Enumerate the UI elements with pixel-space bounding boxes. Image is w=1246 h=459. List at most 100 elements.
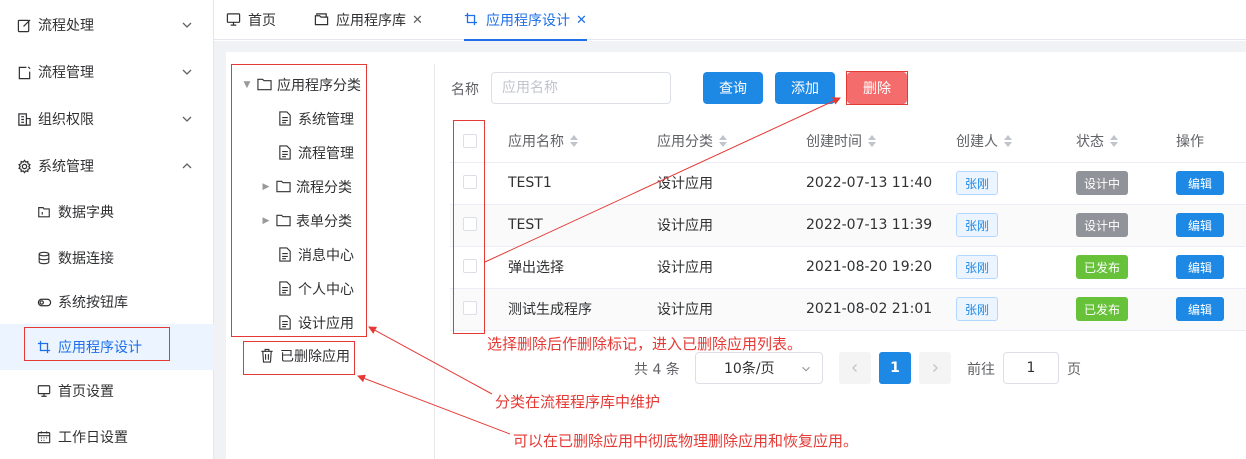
cell-app-name: TEST1 xyxy=(508,175,552,191)
sort-icon[interactable] xyxy=(570,135,578,147)
tree-node-label: 系统管理 xyxy=(298,112,354,128)
tab-app-design[interactable]: 应用程序设计 ✕ xyxy=(464,0,587,41)
row-checkbox[interactable] xyxy=(463,301,477,315)
sidebar-item-org-permissions[interactable]: 组织权限 xyxy=(0,96,214,142)
sidebar-subitem-data-dictionary[interactable]: 数据字典 xyxy=(0,189,214,235)
tab-label: 应用程序设计 xyxy=(486,13,570,29)
document-icon xyxy=(278,145,294,161)
column-header-label: 状态 xyxy=(1076,134,1104,150)
caret-down-icon[interactable]: ▼ xyxy=(241,79,253,91)
tab-home[interactable]: 首页 xyxy=(226,0,276,40)
creator-tag: 张刚 xyxy=(956,297,999,321)
tree-node-deleted-apps[interactable]: 已删除应用 xyxy=(260,344,350,368)
sidebar-item-label: 数据连接 xyxy=(58,251,114,267)
crop-icon xyxy=(36,339,52,355)
column-header-label: 创建时间 xyxy=(806,134,862,150)
close-icon[interactable]: ✕ xyxy=(412,13,423,28)
tree-node-label: 表单分类 xyxy=(296,214,352,230)
column-header-label: 应用分类 xyxy=(657,134,713,150)
name-label: 名称 xyxy=(451,82,479,98)
page-size-value: 10条/页 xyxy=(724,361,775,377)
select-all-checkbox[interactable] xyxy=(463,134,477,148)
creator-tag: 张刚 xyxy=(956,255,999,279)
page-number-button[interactable]: 1 xyxy=(879,352,911,384)
status-badge: 设计中 xyxy=(1076,213,1129,237)
sort-icon[interactable] xyxy=(719,135,727,147)
column-header-creator[interactable]: 创建人 xyxy=(956,120,1012,162)
tree-node-message-center[interactable]: 消息中心 xyxy=(278,243,354,267)
delete-button[interactable]: 删除 xyxy=(847,72,907,104)
row-checkbox[interactable] xyxy=(463,259,477,273)
edit-icon xyxy=(16,17,32,33)
document-icon xyxy=(278,111,294,127)
sort-icon[interactable] xyxy=(1004,135,1012,147)
monitor-icon xyxy=(226,12,242,28)
document-icon xyxy=(278,247,294,263)
tree-node-form-category[interactable]: ▶ 表单分类 xyxy=(260,209,352,233)
creator-tag: 张刚 xyxy=(956,213,999,237)
sidebar-item-label: 系统按钮库 xyxy=(58,295,128,311)
database-icon xyxy=(36,250,52,266)
goto-label: 前往 xyxy=(967,362,995,378)
tree-node-process-management[interactable]: 流程管理 xyxy=(278,141,354,165)
cell-created-time: 2021-08-20 19:20 xyxy=(806,259,933,275)
folder-icon xyxy=(276,179,292,195)
sidebar-subitem-data-connection[interactable]: 数据连接 xyxy=(0,235,214,281)
next-page-button[interactable] xyxy=(919,352,951,384)
caret-right-icon[interactable]: ▶ xyxy=(260,215,272,227)
column-header-created-time[interactable]: 创建时间 xyxy=(806,120,876,162)
document-icon xyxy=(278,315,294,331)
tree-root[interactable]: ▼ 应用程序分类 xyxy=(241,73,361,97)
cell-created-time: 2022-07-13 11:40 xyxy=(806,175,933,191)
sort-icon[interactable] xyxy=(868,135,876,147)
sidebar-subitem-system-button-library[interactable]: 系统按钮库 xyxy=(0,279,214,325)
column-header-status[interactable]: 状态 xyxy=(1076,120,1118,162)
document-icon xyxy=(278,281,294,297)
table-bottom-border xyxy=(450,330,1246,331)
tree-node-process-category[interactable]: ▶ 流程分类 xyxy=(260,175,352,199)
sidebar-item-label: 应用程序设计 xyxy=(58,340,142,356)
app-name-search-input[interactable] xyxy=(491,72,671,104)
sidebar-item-process-management[interactable]: 流程管理 xyxy=(0,49,214,95)
annotation-note-delete: 选择删除后作删除标记，进入已删除应用列表。 xyxy=(487,335,803,353)
tree-node-personal-center[interactable]: 个人中心 xyxy=(278,277,354,301)
tab-app-library[interactable]: 应用程序库 ✕ xyxy=(314,0,423,40)
page-suffix: 页 xyxy=(1067,362,1081,378)
sidebar-item-system-management[interactable]: 系统管理 xyxy=(0,143,214,189)
column-header-app-name[interactable]: 应用名称 xyxy=(508,120,578,162)
tree-node-design-app[interactable]: 设计应用 xyxy=(278,311,354,335)
folder-icon xyxy=(314,12,330,28)
sidebar-subitem-homepage-settings[interactable]: 首页设置 xyxy=(0,368,214,414)
trash-icon xyxy=(260,348,276,364)
row-checkbox[interactable] xyxy=(463,217,477,231)
edit-button[interactable]: 编辑 xyxy=(1176,255,1224,279)
sort-icon[interactable] xyxy=(1110,135,1118,147)
sidebar-item-process-handling[interactable]: 流程处理 xyxy=(0,2,214,48)
sidebar-subitem-workday-settings[interactable]: 工作日设置 xyxy=(0,414,214,459)
sidebar-item-label: 首页设置 xyxy=(58,384,114,400)
add-button[interactable]: 添加 xyxy=(775,72,835,104)
tree-node-system-management[interactable]: 系统管理 xyxy=(278,107,354,131)
pagination-total: 共 4 条 xyxy=(634,362,680,378)
annotation-note-category: 分类在流程程序库中维护 xyxy=(495,393,661,411)
close-icon[interactable]: ✕ xyxy=(576,13,587,28)
cell-category: 设计应用 xyxy=(657,218,713,234)
column-header-label: 应用名称 xyxy=(508,134,564,150)
edit-button[interactable]: 编辑 xyxy=(1176,297,1224,321)
prev-page-button[interactable] xyxy=(839,352,871,384)
goto-page-input[interactable] xyxy=(1003,352,1059,384)
edit-button[interactable]: 编辑 xyxy=(1176,213,1224,237)
tree-node-label: 设计应用 xyxy=(298,316,354,332)
tree-node-label: 消息中心 xyxy=(298,248,354,264)
page-size-select[interactable]: 10条/页 xyxy=(695,352,823,384)
edit-button[interactable]: 编辑 xyxy=(1176,171,1224,195)
chevron-down-icon xyxy=(182,116,192,122)
query-button[interactable]: 查询 xyxy=(703,72,763,104)
sidebar-subitem-app-design[interactable]: 应用程序设计 xyxy=(0,324,214,370)
column-header-category[interactable]: 应用分类 xyxy=(657,120,727,162)
cell-app-name: 测试生成程序 xyxy=(508,302,592,318)
sidebar-item-label: 系统管理 xyxy=(38,159,94,175)
status-badge: 已发布 xyxy=(1076,255,1129,279)
caret-right-icon[interactable]: ▶ xyxy=(260,181,272,193)
row-checkbox[interactable] xyxy=(463,175,477,189)
